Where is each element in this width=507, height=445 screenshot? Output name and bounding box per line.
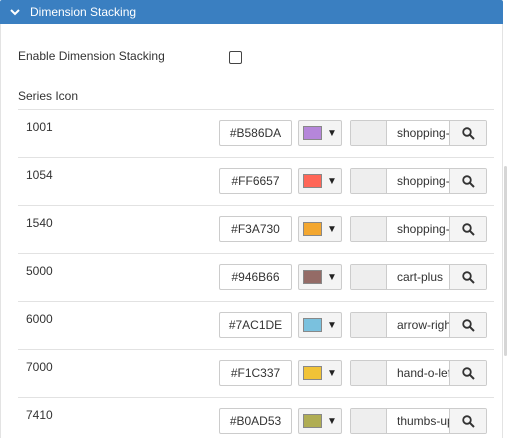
series-row: 7000 #F1C337 ▼ hand-o-left [18,349,494,397]
caret-down-icon: ▼ [327,223,337,235]
panel-border [0,24,1,438]
search-icon[interactable] [450,313,486,337]
series-list: 1001 #B586DA ▼ shopping-cart 1054 #FF665… [18,109,494,445]
color-picker-button[interactable]: ▼ [298,120,342,146]
caret-down-icon: ▼ [327,367,337,379]
icon-name-input[interactable]: shopping-cart [387,121,450,145]
icon-name-input[interactable]: cart-plus [387,265,450,289]
color-picker-button[interactable]: ▼ [298,312,342,338]
color-swatch [303,126,322,140]
icon-name-input[interactable]: hand-o-left [387,361,450,385]
icon-selector: shopping-cart [350,120,487,146]
icon-name-input[interactable]: arrow-right [387,313,450,337]
icon-preview [351,121,387,145]
search-icon[interactable] [450,265,486,289]
search-icon[interactable] [450,121,486,145]
series-name: 7410 [26,408,53,422]
section-title: Dimension Stacking [30,5,137,19]
color-picker-button[interactable]: ▼ [298,168,342,194]
panel-border [502,24,503,438]
chevron-down-icon[interactable] [0,8,30,16]
section-header-dimension-stacking[interactable]: Dimension Stacking [0,0,503,24]
color-hex-input[interactable]: #F1C337 [219,360,292,386]
color-swatch [303,318,322,332]
icon-preview [351,409,387,433]
color-hex-input[interactable]: #B586DA [219,120,292,146]
color-picker-button[interactable]: ▼ [298,408,342,434]
color-picker-button[interactable]: ▼ [298,360,342,386]
color-hex-input[interactable]: #B0AD53 [219,408,292,434]
series-row: 1540 #F3A730 ▼ shopping-cart [18,205,494,253]
enable-dimension-stacking-checkbox[interactable] [229,51,242,64]
icon-preview [351,169,387,193]
color-swatch [303,174,322,188]
icon-selector: cart-plus [350,264,487,290]
color-hex-input[interactable]: #946B66 [219,264,292,290]
icon-preview [351,217,387,241]
series-name: 1001 [26,120,53,134]
caret-down-icon: ▼ [327,415,337,427]
series-name: 6000 [26,312,53,326]
series-row: 1001 #B586DA ▼ shopping-cart [18,109,494,157]
color-hex-input[interactable]: #F3A730 [219,216,292,242]
color-swatch [303,414,322,428]
enable-dimension-stacking-label: Enable Dimension Stacking [18,49,165,63]
search-icon[interactable] [450,217,486,241]
caret-down-icon: ▼ [327,319,337,331]
series-name: 1540 [26,216,53,230]
caret-down-icon: ▼ [327,127,337,139]
search-icon[interactable] [450,409,486,433]
color-swatch [303,222,322,236]
icon-name-input[interactable]: shopping-cart [387,217,450,241]
color-swatch [303,366,322,380]
icon-selector: thumbs-up [350,408,487,434]
series-row: 5000 #946B66 ▼ cart-plus [18,253,494,301]
color-hex-input[interactable]: #FF6657 [219,168,292,194]
icon-selector: shopping-cart [350,168,487,194]
search-icon[interactable] [450,169,486,193]
icon-selector: shopping-cart [350,216,487,242]
icon-preview [351,313,387,337]
caret-down-icon: ▼ [327,175,337,187]
series-name: 1054 [26,168,53,182]
color-picker-button[interactable]: ▼ [298,216,342,242]
icon-name-input[interactable]: shopping-cart [387,169,450,193]
search-icon[interactable] [450,361,486,385]
series-icon-label: Series Icon [18,89,79,103]
series-row: 6000 #7AC1DE ▼ arrow-right [18,301,494,349]
color-hex-input[interactable]: #7AC1DE [219,312,292,338]
icon-name-input[interactable]: thumbs-up [387,409,450,433]
icon-selector: arrow-right [350,312,487,338]
series-row: 1054 #FF6657 ▼ shopping-cart [18,157,494,205]
icon-selector: hand-o-left [350,360,487,386]
series-name: 7000 [26,360,53,374]
icon-preview [351,265,387,289]
icon-preview [351,361,387,385]
caret-down-icon: ▼ [327,271,337,283]
color-picker-button[interactable]: ▼ [298,264,342,290]
color-swatch [303,270,322,284]
series-name: 5000 [26,264,53,278]
